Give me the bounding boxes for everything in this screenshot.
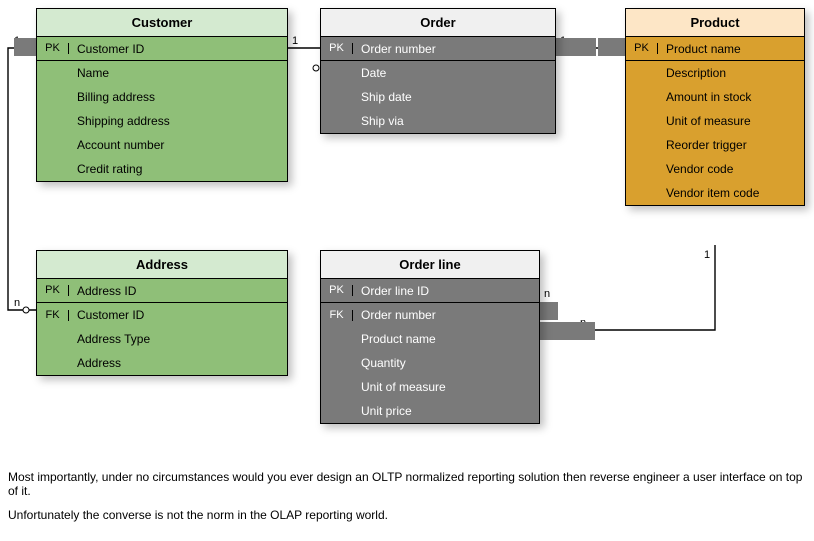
connector-handle: [14, 38, 36, 56]
table-row: Unit of measure: [321, 375, 539, 399]
table-row: PK Order line ID: [321, 279, 539, 303]
field-name: Ship date: [353, 90, 555, 104]
table-row: Unit price: [321, 399, 539, 423]
entity-customer: Customer PK Customer ID Name Billing add…: [36, 8, 288, 182]
table-row: Ship date: [321, 85, 555, 109]
field-name: Address Type: [69, 332, 287, 346]
connector-handle: [556, 38, 596, 56]
field-name: Order line ID: [353, 284, 539, 298]
cardinality-label: n: [544, 288, 550, 300]
table-row: Product name: [321, 327, 539, 351]
table-row: Quantity: [321, 351, 539, 375]
field-name: Unit of measure: [353, 380, 539, 394]
table-row: Date: [321, 61, 555, 85]
field-name: Unit of measure: [658, 114, 804, 128]
entity-address-title: Address: [37, 251, 287, 279]
entity-product-title: Product: [626, 9, 804, 37]
footer-line-2: Unfortunately the converse is not the no…: [8, 508, 806, 522]
table-row: Description: [626, 61, 804, 85]
key-indicator: PK: [626, 43, 658, 54]
table-row: Credit rating: [37, 157, 287, 181]
entity-order: Order PK Order number Date Ship date Shi…: [320, 8, 556, 134]
table-row: PK Address ID: [37, 279, 287, 303]
entity-orderline: Order line PK Order line ID FK Order num…: [320, 250, 540, 424]
table-row: Address Type: [37, 327, 287, 351]
key-indicator: PK: [37, 43, 69, 54]
table-row: PK Order number: [321, 37, 555, 61]
field-name: Address: [69, 356, 287, 370]
field-name: Billing address: [69, 90, 287, 104]
field-name: Name: [69, 66, 287, 80]
table-row: Account number: [37, 133, 287, 157]
field-name: Product name: [353, 332, 539, 346]
key-indicator: FK: [321, 310, 353, 321]
field-name: Order number: [353, 308, 539, 322]
table-row: PK Customer ID: [37, 37, 287, 61]
key-indicator: PK: [321, 285, 353, 296]
table-row: Address: [37, 351, 287, 375]
table-row: Billing address: [37, 85, 287, 109]
connector-handle: [598, 38, 625, 56]
table-row: FK Order number: [321, 303, 539, 327]
field-name: Customer ID: [69, 42, 287, 56]
field-name: Ship via: [353, 114, 555, 128]
field-name: Vendor code: [658, 162, 804, 176]
key-indicator: FK: [37, 310, 69, 321]
svg-text:1: 1: [704, 249, 710, 261]
table-row: PK Product name: [626, 37, 804, 61]
field-name: Order number: [353, 42, 555, 56]
svg-text:n: n: [14, 297, 20, 309]
footer-line-1: Most importantly, under no circumstances…: [8, 470, 806, 498]
field-name: Amount in stock: [658, 90, 804, 104]
field-name: Vendor item code: [658, 186, 804, 200]
field-name: Reorder trigger: [658, 138, 804, 152]
table-row: FK Customer ID: [37, 303, 287, 327]
field-name: Quantity: [353, 356, 539, 370]
field-name: Unit price: [353, 404, 539, 418]
table-row: Vendor item code: [626, 181, 804, 205]
table-row: Ship via: [321, 109, 555, 133]
field-name: Account number: [69, 138, 287, 152]
table-row: Unit of measure: [626, 109, 804, 133]
field-name: Description: [658, 66, 804, 80]
entity-product: Product PK Product name Description Amou…: [625, 8, 805, 206]
table-row: Reorder trigger: [626, 133, 804, 157]
entity-orderline-title: Order line: [321, 251, 539, 279]
svg-text:1: 1: [292, 35, 298, 47]
key-indicator: PK: [321, 43, 353, 54]
connector-handle: [540, 302, 558, 320]
table-row: Amount in stock: [626, 85, 804, 109]
table-row: Shipping address: [37, 109, 287, 133]
field-name: Customer ID: [69, 308, 287, 322]
table-row: Vendor code: [626, 157, 804, 181]
table-row: Name: [37, 61, 287, 85]
entity-customer-title: Customer: [37, 9, 287, 37]
key-indicator: PK: [37, 285, 69, 296]
field-name: Product name: [658, 42, 804, 56]
field-name: Address ID: [69, 284, 287, 298]
field-name: Credit rating: [69, 162, 287, 176]
connector-handle: [540, 322, 595, 340]
entity-address: Address PK Address ID FK Customer ID Add…: [36, 250, 288, 376]
field-name: Shipping address: [69, 114, 287, 128]
field-name: Date: [353, 66, 555, 80]
entity-order-title: Order: [321, 9, 555, 37]
